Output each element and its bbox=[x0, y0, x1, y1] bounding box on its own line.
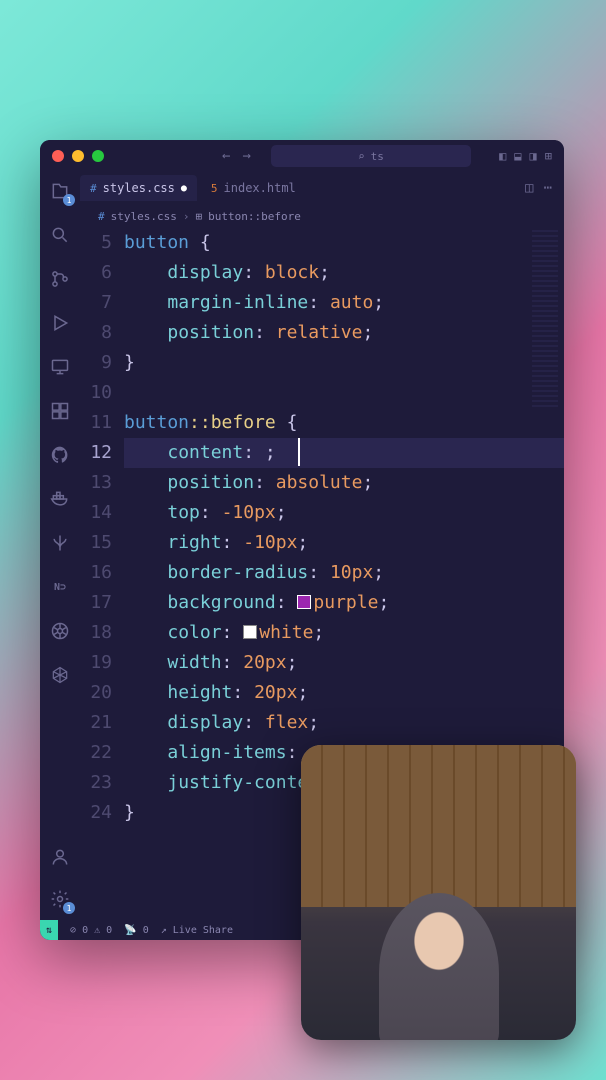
ports-indicator[interactable]: 📡 0 bbox=[124, 925, 149, 936]
nav-arrows: ← → bbox=[222, 148, 251, 164]
errors-count[interactable]: ⊘ 0 ⚠ 0 bbox=[70, 925, 112, 936]
search-activity-icon[interactable] bbox=[49, 224, 71, 246]
nav-back-icon[interactable]: ← bbox=[222, 148, 230, 164]
modified-indicator-icon: ● bbox=[181, 183, 187, 194]
title-bar: ← → ⌕ ts ◧ ⬓ ◨ ⊞ bbox=[40, 140, 564, 172]
toggle-panel-right-icon[interactable]: ◨ bbox=[530, 149, 537, 163]
line-number: 9 bbox=[80, 348, 112, 378]
run-debug-icon[interactable] bbox=[49, 312, 71, 334]
css-file-icon: # bbox=[90, 182, 97, 195]
search-icon: ⌕ bbox=[358, 150, 365, 163]
remote-indicator[interactable]: ⇅ bbox=[40, 920, 58, 940]
customize-layout-icon[interactable]: ⊞ bbox=[545, 149, 552, 163]
account-icon[interactable] bbox=[49, 846, 71, 868]
line-number: 12 bbox=[80, 438, 112, 468]
color-swatch-purple[interactable] bbox=[297, 595, 311, 609]
github-icon[interactable] bbox=[49, 444, 71, 466]
extensions-icon[interactable] bbox=[49, 400, 71, 422]
split-editor-icon[interactable]: ◫ bbox=[525, 180, 533, 196]
toggle-panel-left-icon[interactable]: ◧ bbox=[499, 149, 506, 163]
explorer-badge: 1 bbox=[63, 194, 75, 206]
line-number: 17 bbox=[80, 588, 112, 618]
explorer-icon[interactable]: 1 bbox=[49, 180, 71, 202]
minimize-window-button[interactable] bbox=[72, 150, 84, 162]
search-placeholder: ts bbox=[371, 150, 384, 163]
css-file-icon: # bbox=[98, 210, 105, 223]
tab-label: index.html bbox=[224, 181, 296, 195]
editor-tabs: # styles.css ● 5 index.html ◫ ⋯ bbox=[40, 172, 564, 204]
breadcrumb-file[interactable]: styles.css bbox=[111, 210, 177, 223]
symbol-icon: ⊞ bbox=[195, 210, 202, 223]
kubernetes-icon[interactable] bbox=[49, 620, 71, 642]
layout-controls: ◧ ⬓ ◨ ⊞ bbox=[499, 149, 552, 163]
line-number: 10 bbox=[80, 378, 112, 408]
window-controls bbox=[52, 150, 104, 162]
graphql-icon[interactable] bbox=[49, 664, 71, 686]
breadcrumb[interactable]: # styles.css › ⊞ button::before bbox=[40, 204, 564, 228]
line-number: 15 bbox=[80, 528, 112, 558]
chevron-right-icon: › bbox=[183, 210, 190, 223]
line-number: 18 bbox=[80, 618, 112, 648]
webcam-overlay bbox=[301, 745, 576, 1040]
line-number: 16 bbox=[80, 558, 112, 588]
nx-icon[interactable]: N⊃ bbox=[49, 576, 71, 598]
line-number: 11 bbox=[80, 408, 112, 438]
line-number: 19 bbox=[80, 648, 112, 678]
breadcrumb-symbol[interactable]: button::before bbox=[208, 210, 301, 223]
html-file-icon: 5 bbox=[211, 182, 218, 195]
line-number: 5 bbox=[80, 228, 112, 258]
line-number: 14 bbox=[80, 498, 112, 528]
environment-icon[interactable] bbox=[49, 532, 71, 554]
maximize-window-button[interactable] bbox=[92, 150, 104, 162]
line-number: 7 bbox=[80, 288, 112, 318]
command-center[interactable]: ⌕ ts bbox=[271, 145, 471, 167]
close-window-button[interactable] bbox=[52, 150, 64, 162]
line-number: 20 bbox=[80, 678, 112, 708]
color-swatch-white[interactable] bbox=[243, 625, 257, 639]
tab-styles-css[interactable]: # styles.css ● bbox=[80, 175, 197, 201]
line-number-gutter: 5 6 7 8 9 10 11 12 13 14 15 16 17 18 19 … bbox=[80, 228, 124, 920]
settings-badge: 1 bbox=[63, 902, 75, 914]
line-number: 21 bbox=[80, 708, 112, 738]
activity-bar: 1 N⊃ bbox=[40, 172, 80, 920]
line-number: 6 bbox=[80, 258, 112, 288]
tab-index-html[interactable]: 5 index.html bbox=[201, 175, 306, 201]
nav-forward-icon[interactable]: → bbox=[242, 148, 250, 164]
line-number: 13 bbox=[80, 468, 112, 498]
remote-explorer-icon[interactable] bbox=[49, 356, 71, 378]
line-number: 8 bbox=[80, 318, 112, 348]
tab-label: styles.css bbox=[103, 181, 175, 195]
source-control-icon[interactable] bbox=[49, 268, 71, 290]
minimap[interactable] bbox=[532, 230, 558, 410]
line-number: 22 bbox=[80, 738, 112, 768]
settings-gear-icon[interactable]: 1 bbox=[49, 888, 71, 910]
live-share-button[interactable]: ↗ Live Share bbox=[161, 925, 233, 936]
more-actions-icon[interactable]: ⋯ bbox=[544, 180, 552, 196]
toggle-panel-bottom-icon[interactable]: ⬓ bbox=[514, 149, 521, 163]
line-number: 23 bbox=[80, 768, 112, 798]
docker-icon[interactable] bbox=[49, 488, 71, 510]
line-number: 24 bbox=[80, 798, 112, 828]
